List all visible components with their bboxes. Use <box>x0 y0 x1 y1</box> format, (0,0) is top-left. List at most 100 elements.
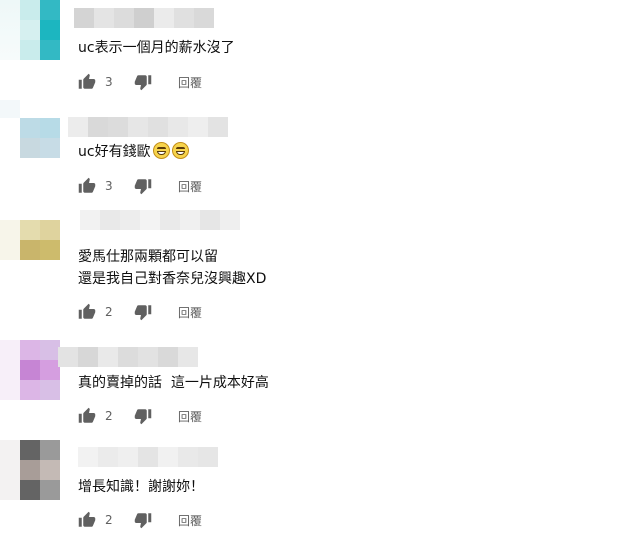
avatar-pixel <box>20 0 40 20</box>
author-name-blurred[interactable] <box>58 347 198 367</box>
thumb-down-icon[interactable] <box>134 407 152 425</box>
like-count: 2 <box>105 409 113 423</box>
author-pixel <box>148 117 168 137</box>
author-pixel <box>220 210 240 230</box>
author-pixel <box>100 210 120 230</box>
author-pixel <box>108 117 128 137</box>
comment-actions: 2 回覆 <box>78 406 202 426</box>
author-pixel <box>174 8 194 28</box>
avatar-fade <box>0 0 20 60</box>
author-pixel <box>88 117 108 137</box>
avatar[interactable] <box>20 340 60 400</box>
avatar-pixel <box>20 440 40 460</box>
grinning-emoji-icon <box>152 142 170 159</box>
author-pixel <box>158 447 178 467</box>
avatar-pixel <box>20 340 40 360</box>
author-name-blurred[interactable] <box>74 8 214 28</box>
author-pixel <box>194 8 214 28</box>
author-pixel <box>68 117 88 137</box>
author-pixel <box>178 447 198 467</box>
author-pixel <box>160 210 180 230</box>
author-pixel <box>188 117 208 137</box>
avatar[interactable] <box>20 0 60 60</box>
avatar-pixel <box>20 220 40 240</box>
avatar-pixel <box>20 138 40 158</box>
avatar-fade <box>0 220 20 260</box>
like-count: 3 <box>105 75 113 89</box>
author-pixel <box>74 8 94 28</box>
avatar-pixel <box>40 340 60 360</box>
author-pixel <box>118 347 138 367</box>
author-pixel <box>80 210 100 230</box>
comment-text: 愛馬仕那兩顆都可以留 還是我自己對香奈兒沒興趣XD <box>78 249 267 287</box>
reply-button[interactable]: 回覆 <box>178 74 202 91</box>
thumb-down-icon[interactable] <box>134 177 152 195</box>
avatar-pixel <box>20 460 40 480</box>
author-pixel <box>198 447 218 467</box>
thumb-up-icon[interactable] <box>78 177 96 195</box>
avatar-pixel <box>20 40 40 60</box>
author-pixel <box>200 210 220 230</box>
author-pixel <box>178 347 198 367</box>
author-pixel <box>208 117 228 137</box>
comment-item: uc表示一個月的薪水沒了 3 回覆 <box>0 0 640 104</box>
thumb-down-icon[interactable] <box>134 73 152 91</box>
author-pixel <box>118 447 138 467</box>
author-pixel <box>98 447 118 467</box>
comment-text: uc表示一個月的薪水沒了 <box>78 40 235 56</box>
author-pixel <box>98 347 118 367</box>
reply-button[interactable]: 回覆 <box>178 512 202 529</box>
avatar-pixel <box>20 480 40 500</box>
thumb-up-icon[interactable] <box>78 303 96 321</box>
author-name-blurred[interactable] <box>68 117 228 137</box>
reply-button[interactable]: 回覆 <box>178 408 202 425</box>
comment-text: 真的賣掉的話 這一片成本好高 <box>78 375 269 391</box>
reply-button[interactable]: 回覆 <box>178 178 202 195</box>
author-pixel <box>114 8 134 28</box>
comment-actions: 2 回覆 <box>78 302 202 322</box>
comment-text: 增長知識！謝謝妳！ <box>78 479 204 495</box>
thumb-up-icon[interactable] <box>78 73 96 91</box>
avatar-pixel <box>20 360 40 380</box>
thumb-down-icon[interactable] <box>134 303 152 321</box>
avatar-pixel <box>20 380 40 400</box>
author-pixel <box>168 117 188 137</box>
comment-actions: 3 回覆 <box>78 72 202 92</box>
comment-actions: 2 回覆 <box>78 510 202 530</box>
author-name-blurred[interactable] <box>78 447 218 467</box>
avatar-pixel <box>40 440 60 460</box>
avatar-pixel <box>40 40 60 60</box>
comment-actions: 3 回覆 <box>78 176 202 196</box>
avatar[interactable] <box>20 118 60 158</box>
author-pixel <box>128 117 148 137</box>
avatar-pixel <box>20 20 40 40</box>
thumb-up-icon[interactable] <box>78 511 96 529</box>
author-pixel <box>180 210 200 230</box>
avatar-pixel <box>40 380 60 400</box>
author-pixel <box>78 447 98 467</box>
avatar[interactable] <box>20 220 60 260</box>
avatar-pixel <box>40 220 60 240</box>
author-pixel <box>138 447 158 467</box>
avatar-pixel <box>40 360 60 380</box>
like-count: 2 <box>105 305 113 319</box>
avatar-pixel <box>40 20 60 40</box>
like-count: 3 <box>105 179 113 193</box>
comment-text-body: uc好有錢歐 <box>78 144 151 160</box>
author-pixel <box>120 210 140 230</box>
avatar-fade <box>0 100 20 118</box>
avatar-pixel <box>40 240 60 260</box>
like-count: 2 <box>105 513 113 527</box>
thumb-up-icon[interactable] <box>78 407 96 425</box>
author-pixel <box>154 8 174 28</box>
author-pixel <box>134 8 154 28</box>
author-pixel <box>158 347 178 367</box>
thumb-down-icon[interactable] <box>134 511 152 529</box>
author-name-blurred[interactable] <box>80 210 240 230</box>
author-pixel <box>138 347 158 367</box>
avatar-pixel <box>20 118 40 138</box>
reply-button[interactable]: 回覆 <box>178 304 202 321</box>
author-pixel <box>94 8 114 28</box>
avatar-pixel <box>40 460 60 480</box>
avatar[interactable] <box>20 440 60 500</box>
